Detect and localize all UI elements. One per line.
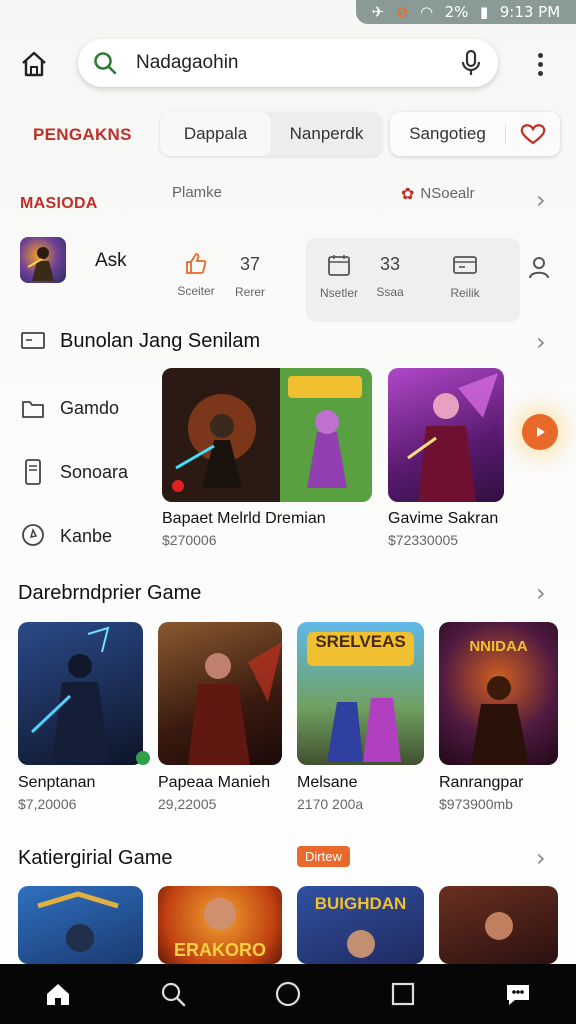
game-art-icon (407, 373, 498, 502)
chevron-right-icon[interactable]: › (536, 186, 546, 214)
game-card-image[interactable] (388, 368, 504, 502)
search-bar[interactable]: Nadagaohin (78, 39, 498, 87)
clock: 9:13 PM (499, 3, 561, 21)
bottom-navigation (0, 964, 576, 1024)
play-button[interactable] (522, 414, 558, 450)
game-art-icon (30, 626, 110, 762)
search-input[interactable]: Nadagaohin (136, 52, 458, 74)
more-menu-button[interactable] (528, 46, 552, 82)
gear-icon: ✿ (401, 184, 415, 203)
tab-group: Dappala Nanperdk (160, 112, 382, 156)
game-logo-text: ERAKORO (173, 940, 266, 960)
section-title-katiergirial: Katiergirial Game (18, 847, 173, 869)
wifi-icon: ◠ (419, 3, 434, 21)
stat-item[interactable]: Sceiter (172, 250, 220, 298)
card-icon (453, 256, 477, 274)
stat-item[interactable]: Nsetler (314, 252, 364, 300)
stat-item[interactable]: Reilik (440, 252, 490, 300)
game-card-image[interactable] (18, 622, 143, 765)
stat-item[interactable]: 33 Ssaa (366, 254, 414, 299)
side-item-sonoara[interactable]: Sonoara (20, 458, 128, 486)
tab-sangotieg-label: Sangotieg (390, 124, 506, 144)
phone-icon (25, 459, 41, 485)
home-icon (46, 984, 69, 1005)
square-icon (392, 982, 415, 1006)
card-title: Senptanan (18, 774, 96, 791)
app-name: Ask (95, 250, 127, 271)
play-icon (537, 427, 545, 437)
person-icon (529, 257, 549, 279)
card-sub: $973900mb (439, 796, 513, 812)
sub-header-mid: Plamke (172, 184, 223, 201)
card-title: Gavime Sakran (388, 510, 499, 527)
card-sub: 2170 200a (297, 796, 364, 812)
battery-icon: ▮ (479, 3, 489, 21)
chevron-right-icon[interactable]: › (536, 328, 546, 356)
sub-header-right[interactable]: ✿ NSoealr (401, 184, 475, 203)
game-card-image[interactable] (439, 886, 558, 964)
calendar-icon (328, 255, 350, 276)
location-icon (22, 524, 44, 546)
thumbs-up-icon (186, 253, 207, 274)
game-art-icon (485, 912, 513, 940)
game-card-image[interactable] (158, 622, 282, 765)
warrior-icon (27, 247, 54, 281)
game-card-image[interactable] (18, 886, 143, 964)
chevron-right-icon[interactable]: › (536, 579, 546, 607)
game-card-image[interactable] (162, 368, 372, 502)
section-title-bunolan: Bunolan Jang Senilam (60, 330, 261, 352)
nav-search[interactable] (143, 964, 203, 1024)
monitor-icon (20, 330, 46, 357)
chevron-right-icon[interactable]: › (536, 844, 546, 872)
profile-button[interactable] (526, 254, 552, 285)
card-title: Papeaa Manieh (158, 774, 271, 791)
nav-circle[interactable] (258, 964, 318, 1024)
side-item-gamdo[interactable]: Gamdo (20, 396, 119, 420)
search-icon (94, 52, 117, 75)
heart-icon[interactable] (506, 119, 560, 149)
nav-square[interactable] (373, 964, 433, 1024)
game-art-icon (188, 642, 282, 765)
section-title-darebrndprier: Darebrndprier Game (18, 582, 202, 604)
microphone-icon[interactable] (458, 48, 484, 78)
card-title: Melsane (297, 774, 358, 791)
status-bar: ✈ ⊘ ◠ 2% ▮ 9:13 PM (356, 0, 576, 24)
nav-chat[interactable] (488, 964, 548, 1024)
more-dot-icon (537, 52, 543, 58)
game-art-icon (37, 891, 119, 952)
tab-sangotieg[interactable]: Sangotieg (390, 112, 560, 156)
folder-icon (22, 401, 44, 418)
tab-nanperdk[interactable]: Nanperdk (271, 112, 382, 156)
stat-item[interactable]: 37 Rerer (226, 254, 274, 299)
card-sub: $7,20006 (18, 796, 77, 812)
no-disturb-icon: ⊘ (395, 3, 409, 21)
card-title: Bapaet Melrld Dremian (162, 510, 326, 527)
card-sub: 29,22005 (158, 796, 217, 812)
brand-title: PENGAKNS (33, 125, 132, 144)
verified-icon (136, 751, 150, 765)
nav-home[interactable] (28, 964, 88, 1024)
card-title: Ranrangpar (439, 774, 524, 791)
sub-header-left: MASIODA (20, 195, 98, 212)
battery-text: 2% (444, 3, 469, 21)
search-icon (161, 982, 185, 1007)
circle-icon (275, 981, 301, 1007)
card-sub: $270006 (162, 532, 217, 548)
game-logo-text: SRELVEAS (315, 632, 406, 651)
signal-icon: ✈ (371, 3, 385, 21)
card-sub: $72330005 (388, 532, 459, 548)
game-logo-text: BUIGHDAN (314, 894, 407, 913)
tab-dappala[interactable]: Dappala (160, 112, 271, 156)
badge-dirtew[interactable]: Dirtew (297, 846, 350, 867)
home-icon (22, 51, 46, 77)
app-icon[interactable] (20, 237, 66, 283)
home-button[interactable] (16, 46, 52, 82)
game-logo-text: NNIDAA (469, 638, 528, 655)
chat-icon (507, 985, 530, 1005)
game-art-icon (162, 368, 372, 502)
side-item-kanbe[interactable]: Kanbe (20, 522, 112, 550)
